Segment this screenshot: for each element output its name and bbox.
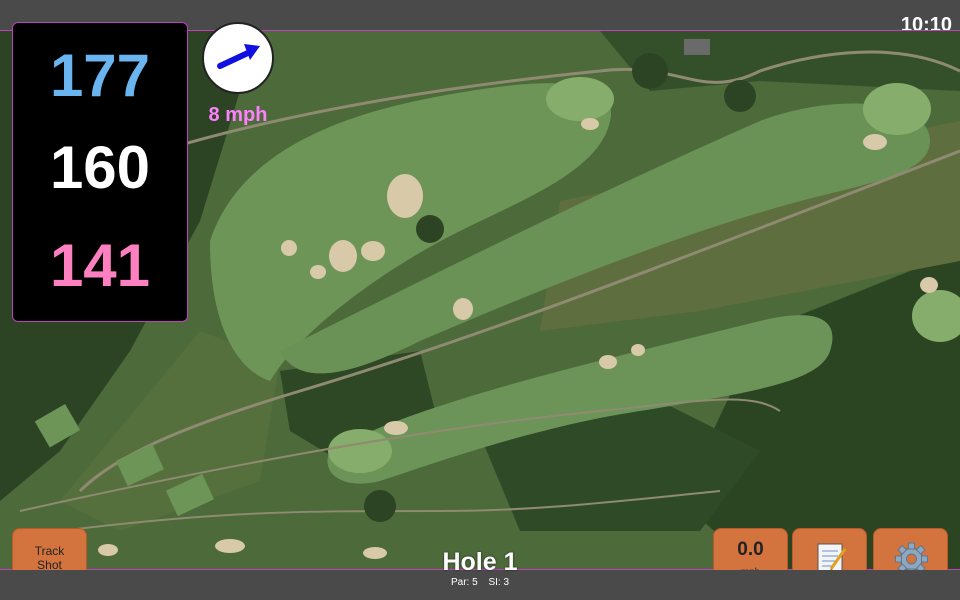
yardage-panel: 177 160 141 [12,22,188,322]
par-label: Par: 5 [450,577,478,588]
front-yardage: 141 [49,232,151,299]
wind-direction-indicator [202,22,274,94]
back-yardage: 177 [49,42,151,109]
hole-title: Hole 1 [442,548,518,576]
stroke-index-label: SI: 3 [488,577,510,588]
track-shot-label-line1: Track [34,544,65,558]
wind-speed-value: 0.0 [737,539,764,560]
middle-yardage: 160 [49,134,151,201]
wind-speed-label: 8 mph [208,104,268,126]
arrow-northeast-icon [217,44,260,69]
hole-info: Par: 5 SI: 3 [380,577,580,588]
